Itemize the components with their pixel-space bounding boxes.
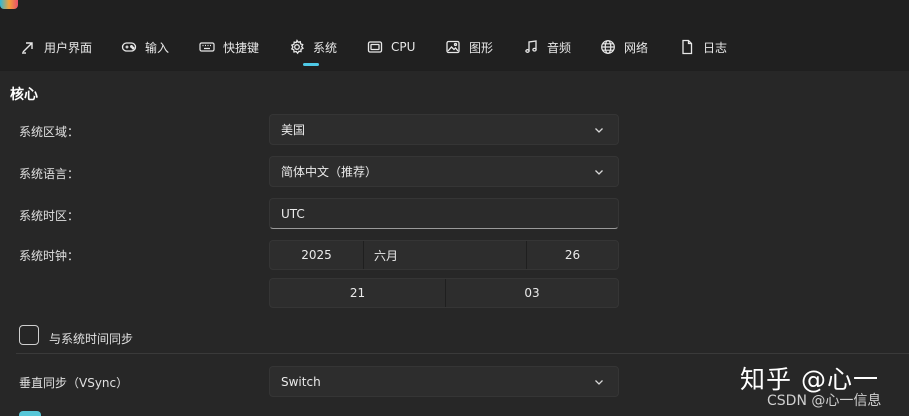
sync-time-checkbox[interactable]: [19, 325, 39, 345]
day-field[interactable]: 26: [526, 241, 618, 269]
clock-label: 系统时钟：: [19, 249, 80, 263]
year-field[interactable]: 2025: [270, 241, 363, 269]
hour-field[interactable]: 21: [270, 279, 445, 307]
chevron-down-icon: [595, 380, 603, 385]
time-picker[interactable]: 21 03: [269, 278, 619, 308]
music-note-icon: [522, 38, 540, 56]
tab-log[interactable]: 日志: [678, 36, 727, 58]
tab-label: 用户界面: [44, 40, 93, 55]
tab-label: 快捷键: [223, 40, 260, 55]
month-field[interactable]: 六月: [363, 241, 526, 269]
region-label: 系统区域：: [19, 125, 80, 139]
hour-value: 21: [349, 286, 366, 300]
tab-label: 系统: [313, 40, 338, 55]
tab-label: 网络: [624, 40, 649, 55]
month-value: 六月: [374, 248, 399, 263]
sync-time-label: 与系统时间同步: [49, 332, 134, 346]
tab-label: 图形: [469, 40, 494, 55]
selected-tab-indicator: [303, 63, 319, 66]
vsync-label: 垂直同步（VSync）: [19, 376, 129, 390]
minute-field[interactable]: 03: [445, 279, 618, 307]
language-label: 系统语言：: [19, 167, 80, 181]
chevron-down-icon: [595, 170, 603, 175]
timezone-label: 系统时区：: [19, 209, 80, 223]
gear-icon: [288, 38, 306, 56]
chevron-down-icon: [595, 128, 603, 133]
day-value: 26: [564, 248, 581, 262]
tab-system[interactable]: 系统: [288, 36, 337, 58]
tab-hotkeys[interactable]: 快捷键: [198, 36, 259, 58]
tab-label: 日志: [703, 40, 728, 55]
language-value: 简体中文（推荐）: [281, 165, 378, 179]
tab-cpu[interactable]: CPU: [366, 36, 415, 58]
timezone-input[interactable]: UTC: [269, 198, 619, 229]
tab-graphics[interactable]: 图形: [444, 36, 493, 58]
gamepad-icon: [120, 38, 138, 56]
image-icon: [444, 38, 462, 56]
divider: [16, 353, 909, 354]
document-icon: [678, 38, 696, 56]
app-logo-icon: [0, 0, 18, 9]
tab-user-interface[interactable]: 用户界面: [19, 36, 92, 58]
keyboard-icon: [198, 38, 216, 56]
tab-bar: 用户界面 输入 快捷键 系统 CPU 图形 音频 网络 日志: [0, 0, 909, 70]
date-picker[interactable]: 2025 六月 26: [269, 240, 619, 270]
tab-network[interactable]: 网络: [599, 36, 648, 58]
tab-label: 音频: [547, 40, 572, 55]
tab-input[interactable]: 输入: [120, 36, 169, 58]
next-checkbox-partial[interactable]: [19, 411, 41, 416]
vsync-dropdown[interactable]: Switch: [269, 366, 619, 397]
timezone-value: UTC: [281, 206, 305, 221]
tab-label: CPU: [391, 40, 416, 54]
year-value: 2025: [301, 248, 332, 262]
region-value: 美国: [281, 123, 306, 137]
language-dropdown[interactable]: 简体中文（推荐）: [269, 156, 619, 187]
vsync-value: Switch: [281, 374, 321, 389]
section-title: 核心: [10, 87, 38, 103]
minute-value: 03: [524, 286, 540, 300]
globe-icon: [599, 38, 617, 56]
cpu-chip-icon: [366, 38, 384, 56]
tab-label: 输入: [145, 40, 170, 55]
cursor-pointer-icon: [19, 38, 37, 56]
tab-audio[interactable]: 音频: [522, 36, 571, 58]
region-dropdown[interactable]: 美国: [269, 114, 619, 145]
watermark-csdn: CSDN @心一信息: [767, 393, 882, 409]
